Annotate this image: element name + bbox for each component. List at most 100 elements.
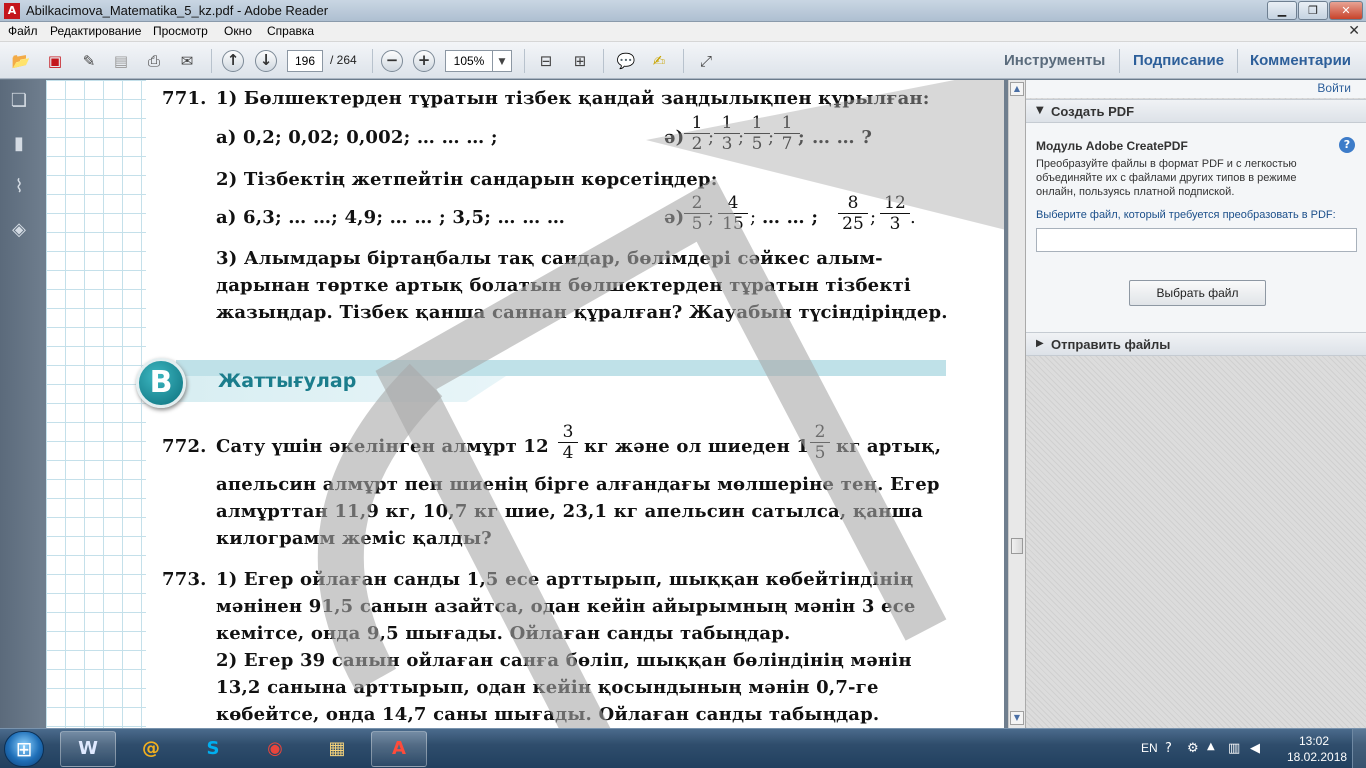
zoom-in-button[interactable]: +	[413, 50, 435, 72]
scroll-up-icon[interactable]: ▲	[1010, 82, 1024, 96]
section-title: Создать PDF	[1051, 104, 1135, 119]
separator	[1119, 49, 1120, 73]
page-thumbnails-icon[interactable]: ❏	[8, 90, 30, 112]
menu-window[interactable]: Окно	[224, 24, 252, 38]
help-icon[interactable]: ?	[1339, 137, 1355, 153]
problem-text: а) 0,2; 0,02; 0,002; … … … ;	[216, 127, 498, 148]
tools-link[interactable]: Инструменты	[1004, 52, 1105, 69]
fraction: 25	[810, 423, 830, 464]
choose-file-button[interactable]: Выбрать файл	[1129, 280, 1266, 306]
problem-text: … … ?	[812, 127, 873, 148]
panel-header: Войти	[1026, 80, 1366, 98]
problem-text: кемітсе, онда 9,5 шығады. Ойлаған санды …	[216, 623, 791, 644]
problem-number: 773.	[162, 569, 207, 590]
window-title: Abilkacimova_Matematika_5_kz.pdf - Adobe…	[26, 3, 329, 18]
fit-page-icon[interactable]: ⊟	[535, 50, 557, 72]
fraction: 8 25	[838, 194, 868, 235]
page-number-input[interactable]	[287, 50, 323, 72]
word-taskbar-icon[interactable]: W	[60, 731, 116, 767]
separator	[683, 49, 684, 73]
module-title: Модуль Adobe CreatePDF	[1036, 139, 1188, 153]
problem-text: кг артық,	[836, 436, 942, 457]
scroll-down-icon[interactable]: ▼	[1010, 711, 1024, 725]
chrome-taskbar-icon[interactable]: ◉	[247, 731, 303, 767]
settings-tray-icon[interactable]: ⚙	[1187, 741, 1199, 756]
fit-width-icon[interactable]: ⊞	[569, 50, 591, 72]
next-page-button[interactable]: ↓	[255, 50, 277, 72]
menu-file[interactable]: Файл	[8, 24, 38, 38]
close-document-icon[interactable]: ✕	[1348, 23, 1360, 39]
file-path-field[interactable]	[1036, 228, 1357, 252]
help-tray-icon[interactable]: ?	[1165, 741, 1172, 756]
comments-link[interactable]: Комментарии	[1250, 52, 1351, 69]
language-indicator[interactable]: EN	[1141, 741, 1158, 755]
fullscreen-icon[interactable]: ⤢	[695, 50, 717, 72]
comment-icon[interactable]: 💬	[615, 50, 637, 72]
highlight-icon[interactable]: ✍	[648, 50, 670, 72]
module-description: Преобразуйте файлы в формат PDF и с легк…	[1036, 158, 1297, 198]
problem-text: алмұрттан 11,9 кг, 10,7 кг шие, 23,1 кг …	[216, 501, 924, 522]
email-taskbar-icon[interactable]: @	[123, 731, 179, 767]
adobe-reader-taskbar-icon[interactable]: A	[371, 731, 427, 767]
open-icon[interactable]: 📂	[10, 50, 32, 72]
zoom-out-button[interactable]: −	[381, 50, 403, 72]
fraction: 12 3	[880, 194, 910, 235]
problem-text: килограмм жеміс қалды?	[216, 528, 492, 549]
separator-text: ;	[798, 127, 805, 148]
print-icon[interactable]: ⎙	[143, 50, 165, 72]
menu-view[interactable]: Просмотр	[153, 24, 208, 38]
problem-text: 3) Алымдары біртаңбалы тақ сандар, бөлім…	[216, 248, 883, 269]
clock-date[interactable]: 18.02.2018	[1287, 750, 1347, 764]
clock-time[interactable]: 13:02	[1299, 734, 1329, 748]
edit-icon[interactable]: ✎	[78, 50, 100, 72]
separator	[1237, 49, 1238, 73]
network-icon[interactable]: ▥	[1228, 741, 1240, 756]
problem-text: Сату үшін әкелінген алмұрт 12	[216, 436, 549, 457]
section-title: Отправить файлы	[1051, 337, 1171, 352]
email-icon[interactable]: ✉	[176, 50, 198, 72]
document-viewer[interactable]: 771. 1) Бөлшектерден тұратын тізбек қанд…	[40, 80, 1008, 728]
volume-icon[interactable]: ◀	[1250, 741, 1260, 756]
problem-number: 772.	[162, 436, 207, 457]
bookmarks-icon[interactable]: ▮	[8, 133, 30, 155]
restore-button[interactable]: ❐	[1298, 1, 1328, 20]
problem-text: 2) Егер 39 санын ойлаған санға бөліп, шы…	[216, 650, 912, 671]
show-desktop-button[interactable]	[1352, 729, 1366, 768]
explorer-taskbar-icon[interactable]: ▦	[309, 731, 365, 767]
fraction: 15	[744, 114, 770, 155]
skype-taskbar-icon[interactable]: S	[185, 731, 241, 767]
sign-link[interactable]: Подписание	[1133, 52, 1224, 69]
zoom-dropdown-icon[interactable]: ▼	[492, 50, 512, 72]
fraction: 13	[714, 114, 740, 155]
zoom-input[interactable]	[445, 50, 493, 72]
pdf-page: 771. 1) Бөлшектерден тұратын тізбек қанд…	[46, 80, 1004, 728]
send-files-section-header[interactable]: ▶ Отправить файлы	[1026, 332, 1366, 356]
vertical-scrollbar[interactable]: ▲ ▼	[1008, 80, 1025, 728]
attachments-icon[interactable]: ⌇	[8, 176, 30, 198]
menu-help[interactable]: Справка	[267, 24, 314, 38]
grid-margin	[46, 80, 146, 728]
close-button[interactable]: ✕	[1329, 1, 1363, 20]
fraction: 34	[558, 423, 578, 464]
scroll-thumb[interactable]	[1011, 538, 1023, 554]
layers-icon[interactable]: ◈	[8, 219, 30, 241]
separator-text: ;	[870, 207, 877, 228]
start-button[interactable]: ⊞	[4, 731, 44, 767]
prev-page-button[interactable]: ↑	[222, 50, 244, 72]
menu-edit[interactable]: Редактирование	[50, 24, 141, 38]
create-pdf-section-header[interactable]: ▼ Создать PDF	[1026, 99, 1366, 123]
create-pdf-icon[interactable]: ▣	[44, 50, 66, 72]
fraction: 17	[774, 114, 800, 155]
problem-text: а) 6,3; … …; 4,9; … … ; 3,5; … … …	[216, 207, 566, 228]
minimize-button[interactable]: ▁	[1267, 1, 1297, 20]
fraction: 12	[684, 114, 710, 155]
show-hidden-icons[interactable]: ▲	[1207, 741, 1215, 752]
section-title: Жаттығулар	[218, 370, 357, 392]
choose-file-label: Выберите файл, который требуется преобра…	[1036, 209, 1336, 221]
fraction: 4 15	[718, 194, 748, 235]
fraction: 25	[684, 194, 710, 235]
save-icon[interactable]: ▤	[110, 50, 132, 72]
separator-text: ;	[708, 207, 715, 228]
login-link[interactable]: Войти	[1317, 81, 1351, 95]
menu-bar: Файл Редактирование Просмотр Окно Справк…	[0, 22, 1366, 42]
